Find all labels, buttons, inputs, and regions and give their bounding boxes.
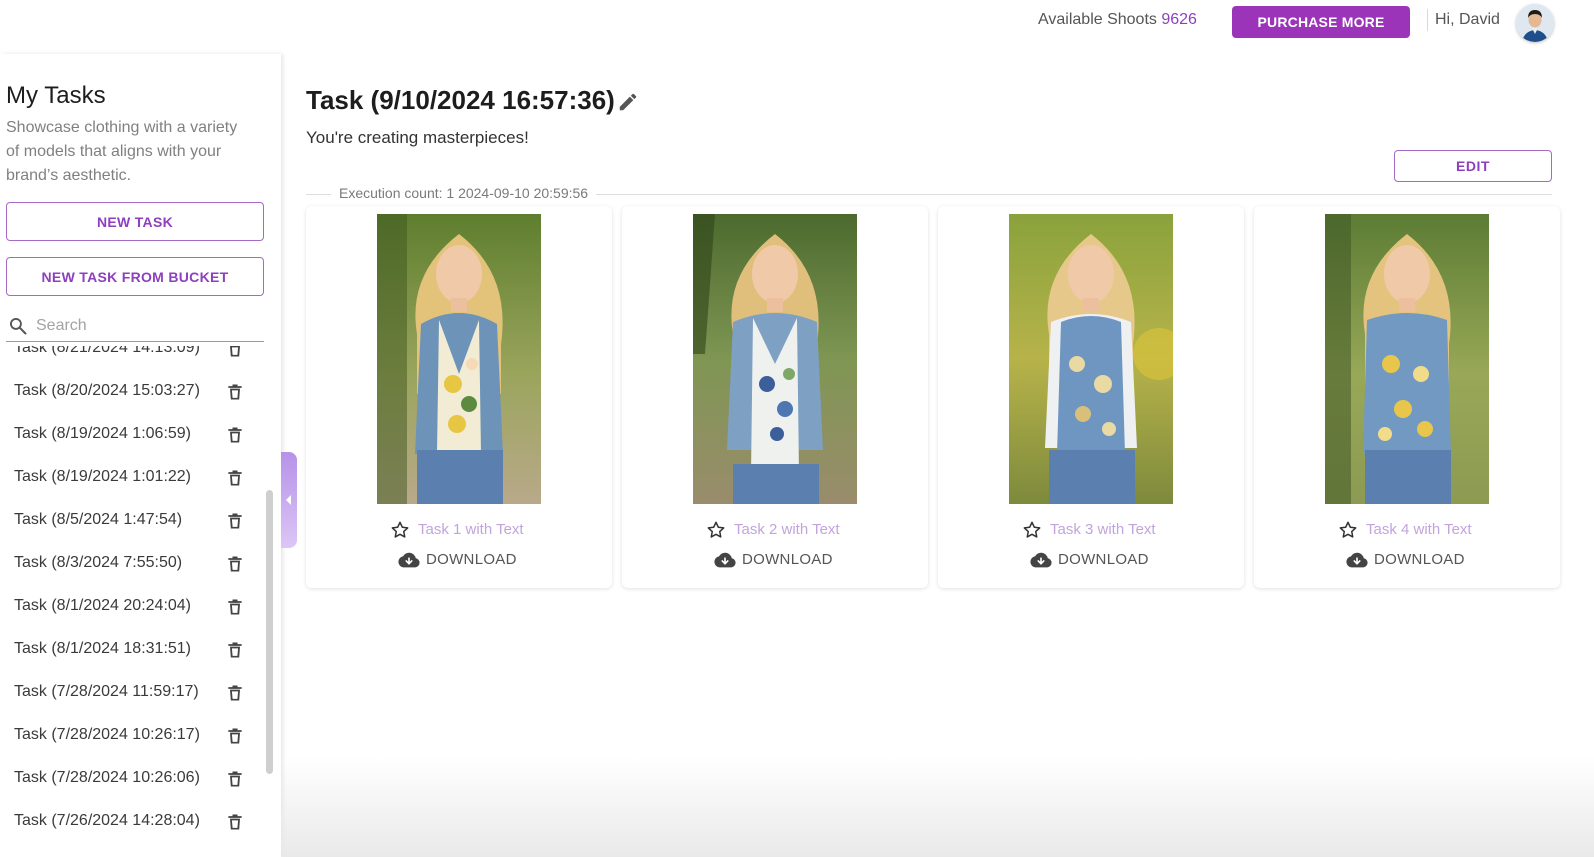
sidebar-description: Showcase clothing with a variety of mode… bbox=[6, 119, 238, 184]
sidebar: My Tasks Showcase clothing with a variet… bbox=[0, 54, 281, 857]
sidebar-title: My Tasks bbox=[6, 82, 106, 109]
task-list-scrollbar[interactable] bbox=[266, 490, 273, 774]
chevron-left-icon bbox=[286, 495, 291, 505]
topbar-divider bbox=[1427, 9, 1428, 31]
available-shoots-label: Available Shoots bbox=[1038, 11, 1157, 28]
task-list-item[interactable]: Task (8/20/2024 15:03:27) bbox=[0, 371, 262, 414]
trash-icon[interactable] bbox=[225, 511, 245, 531]
page-subtitle: You're creating masterpieces! bbox=[306, 128, 529, 147]
task-list-item[interactable]: Task (7/28/2024 11:59:17) bbox=[0, 672, 262, 715]
cloud-download-icon[interactable] bbox=[714, 551, 736, 569]
result-image[interactable] bbox=[1325, 214, 1489, 504]
trash-icon[interactable] bbox=[225, 726, 245, 746]
user-avatar[interactable] bbox=[1516, 4, 1554, 42]
execution-info: Execution count: 1 2024-09-10 20:59:56 bbox=[331, 185, 597, 201]
download-button[interactable]: DOWNLOAD bbox=[1058, 551, 1149, 568]
task-list-item[interactable]: Task (8/1/2024 18:31:51) bbox=[0, 629, 262, 672]
result-card: Task 4 with Text DOWNLOAD bbox=[1254, 206, 1560, 588]
star-icon[interactable] bbox=[706, 520, 726, 540]
task-item-label: Task (8/21/2024 14:13:09) bbox=[14, 346, 200, 356]
task-item-label: Task (7/28/2024 10:26:06) bbox=[14, 769, 200, 786]
task-list-item[interactable]: Task (7/28/2024 10:26:17) bbox=[0, 715, 262, 758]
task-list-item[interactable]: Task (7/28/2024 10:26:06) bbox=[0, 758, 262, 801]
trash-icon[interactable] bbox=[225, 812, 245, 832]
bottom-fade bbox=[281, 757, 1594, 857]
available-shoots: Available Shoots 9626 bbox=[1038, 11, 1197, 29]
result-photo bbox=[1325, 214, 1489, 504]
result-caption[interactable]: Task 3 with Text bbox=[1050, 521, 1156, 538]
trash-icon[interactable] bbox=[225, 554, 245, 574]
result-image[interactable] bbox=[377, 214, 541, 504]
task-item-label: Task (8/20/2024 15:03:27) bbox=[14, 382, 200, 399]
download-button[interactable]: DOWNLOAD bbox=[426, 551, 517, 568]
trash-icon[interactable] bbox=[225, 425, 245, 445]
star-icon[interactable] bbox=[390, 520, 410, 540]
download-button[interactable]: DOWNLOAD bbox=[742, 551, 833, 568]
result-card: Task 1 with Text DOWNLOAD bbox=[306, 206, 612, 588]
page-title: Task (9/10/2024 16:57:36) bbox=[306, 85, 615, 115]
result-caption[interactable]: Task 4 with Text bbox=[1366, 521, 1472, 538]
task-item-label: Task (8/3/2024 7:55:50) bbox=[14, 554, 183, 571]
pencil-icon[interactable] bbox=[617, 91, 639, 113]
user-greeting: Hi, David bbox=[1435, 11, 1500, 28]
cloud-download-icon[interactable] bbox=[398, 551, 420, 569]
trash-icon[interactable] bbox=[225, 597, 245, 617]
trash-icon[interactable] bbox=[225, 382, 245, 402]
task-item-label: Task (7/26/2024 14:28:04) bbox=[14, 812, 200, 829]
result-image[interactable] bbox=[693, 214, 857, 504]
task-item-label: Task (7/28/2024 11:59:17) bbox=[14, 683, 199, 700]
task-list-item[interactable]: Task (8/19/2024 1:01:22) bbox=[0, 457, 262, 500]
task-list-item[interactable]: Task (8/3/2024 7:55:50) bbox=[0, 543, 262, 586]
search-icon bbox=[10, 318, 27, 335]
task-search bbox=[6, 312, 264, 342]
task-item-label: Task (7/28/2024 10:26:17) bbox=[14, 726, 200, 743]
task-item-label: Task (8/1/2024 18:31:51) bbox=[14, 640, 192, 657]
result-caption[interactable]: Task 2 with Text bbox=[734, 521, 840, 538]
avatar-icon bbox=[1516, 4, 1554, 42]
task-item-label: Task (8/19/2024 1:01:22) bbox=[14, 468, 192, 485]
sidebar-collapse-toggle[interactable] bbox=[281, 452, 297, 548]
task-item-label: Task (8/1/2024 20:24:04) bbox=[14, 597, 192, 614]
result-photo bbox=[693, 214, 857, 504]
task-list-item[interactable]: Task (8/1/2024 20:24:04) bbox=[0, 586, 262, 629]
trash-icon[interactable] bbox=[225, 468, 245, 488]
task-list-item[interactable]: Task (8/21/2024 14:13:09) bbox=[0, 346, 262, 371]
star-icon[interactable] bbox=[1338, 520, 1358, 540]
task-list-item[interactable]: Task (8/19/2024 1:06:59) bbox=[0, 414, 262, 457]
trash-icon[interactable] bbox=[225, 640, 245, 660]
edit-button[interactable]: EDIT bbox=[1394, 150, 1552, 182]
new-task-from-bucket-button[interactable]: NEW TASK FROM BUCKET bbox=[6, 257, 264, 296]
task-item-label: Task (8/19/2024 1:06:59) bbox=[14, 425, 192, 442]
result-card: Task 2 with Text DOWNLOAD bbox=[622, 206, 928, 588]
task-list-item[interactable]: Task (8/5/2024 1:47:54) bbox=[0, 500, 262, 543]
task-item-label: Task (8/5/2024 1:47:54) bbox=[14, 511, 183, 528]
result-card: Task 3 with Text DOWNLOAD bbox=[938, 206, 1244, 588]
result-photo bbox=[377, 214, 541, 504]
available-shoots-count: 9626 bbox=[1161, 11, 1197, 28]
top-bar: Available Shoots 9626 PURCHASE MORE Hi, … bbox=[0, 0, 1594, 44]
result-caption[interactable]: Task 1 with Text bbox=[418, 521, 524, 538]
task-list: Task (8/21/2024 14:13:09) Task (8/20/202… bbox=[0, 346, 262, 857]
task-list-item[interactable]: Task (7/26/2024 14:28:04) bbox=[0, 801, 262, 844]
cloud-download-icon[interactable] bbox=[1346, 551, 1368, 569]
trash-icon[interactable] bbox=[225, 769, 245, 789]
search-input[interactable] bbox=[36, 314, 256, 338]
new-task-button[interactable]: NEW TASK bbox=[6, 202, 264, 241]
trash-icon[interactable] bbox=[225, 346, 245, 359]
star-icon[interactable] bbox=[1022, 520, 1042, 540]
purchase-more-button[interactable]: PURCHASE MORE bbox=[1232, 6, 1410, 38]
result-image[interactable] bbox=[1009, 214, 1173, 504]
cloud-download-icon[interactable] bbox=[1030, 551, 1052, 569]
trash-icon[interactable] bbox=[225, 683, 245, 703]
result-photo bbox=[1009, 214, 1173, 504]
download-button[interactable]: DOWNLOAD bbox=[1374, 551, 1465, 568]
